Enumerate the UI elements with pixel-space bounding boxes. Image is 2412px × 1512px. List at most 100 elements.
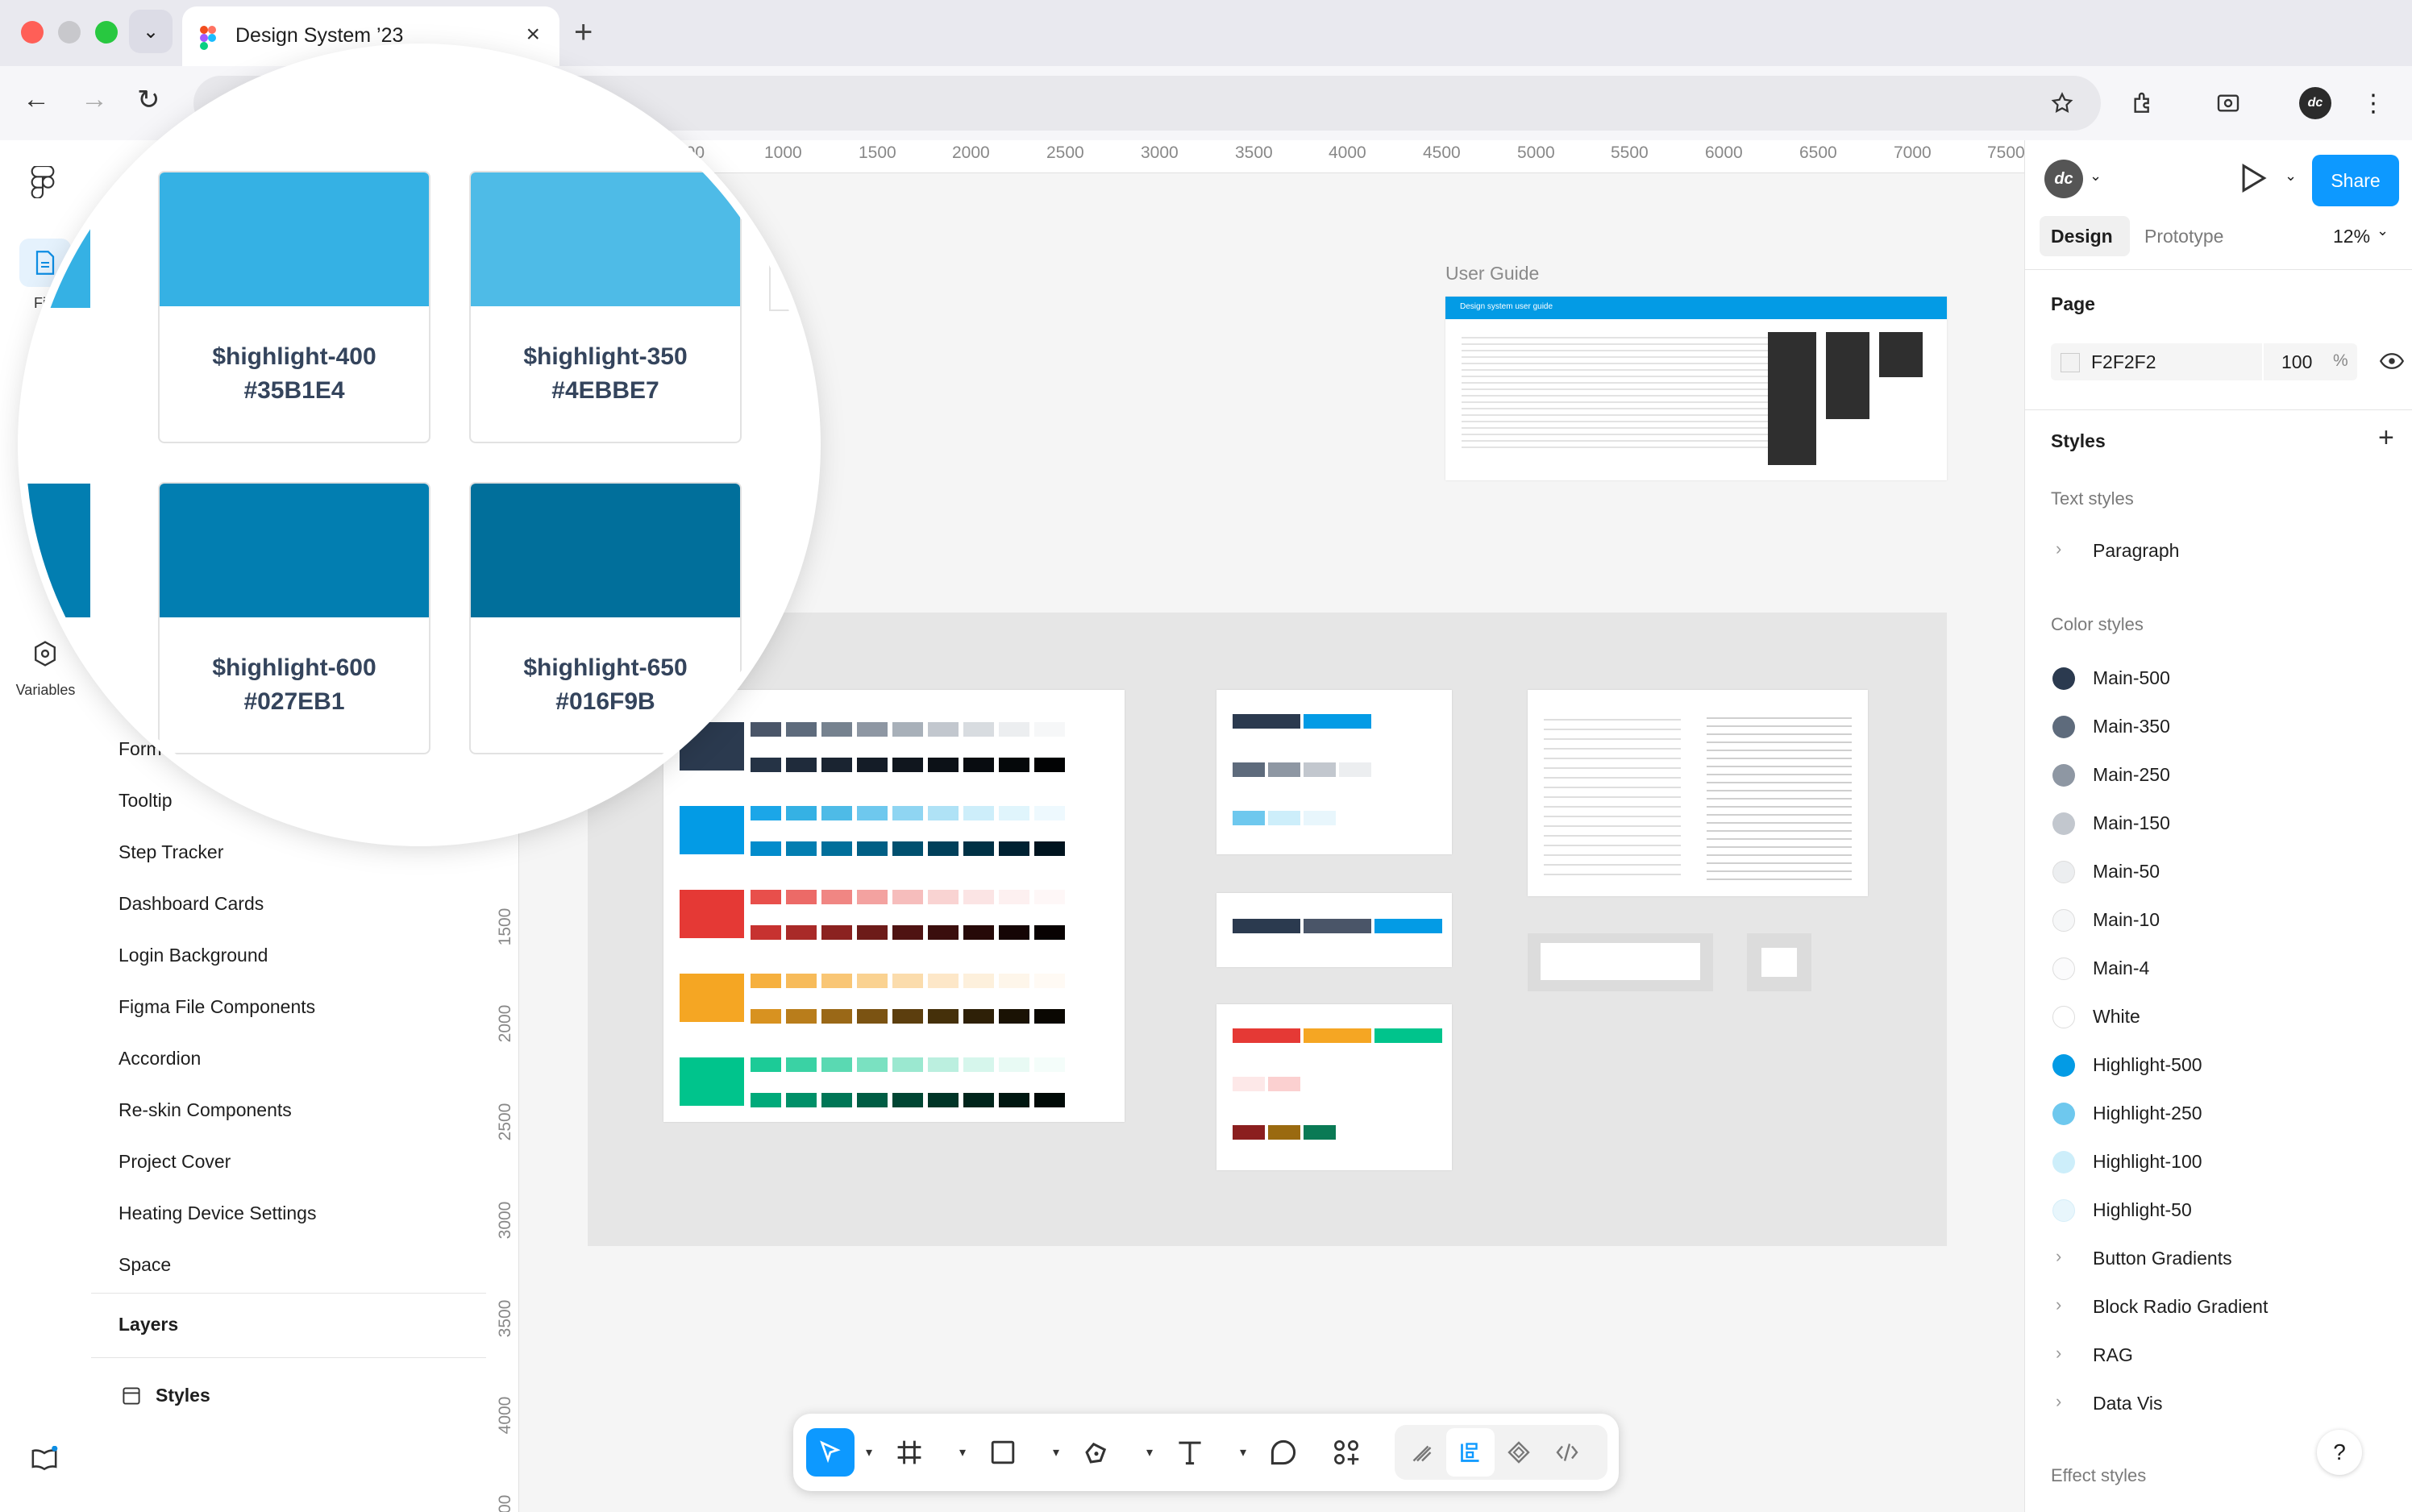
- rectangle-tool-icon[interactable]: [979, 1428, 1027, 1477]
- tab-prototype[interactable]: Prototype: [2144, 226, 2223, 247]
- page-item-dashboard-cards[interactable]: Dashboard Cards: [119, 893, 264, 915]
- color-group-block-radio-gradient[interactable]: Block Radio Gradient: [2093, 1296, 2268, 1318]
- component-frame[interactable]: [1528, 933, 1713, 991]
- color-style-main-10[interactable]: Main-10: [2052, 904, 2391, 937]
- page-item-reskin-components[interactable]: Re-skin Components: [119, 1099, 292, 1121]
- chevron-right-icon[interactable]: ›: [2056, 1391, 2061, 1412]
- text-styles-frame[interactable]: [1528, 690, 1868, 896]
- color-style-highlight-500[interactable]: Highlight-500: [2052, 1049, 2391, 1082]
- color-style-main-350[interactable]: Main-350: [2052, 711, 2391, 743]
- close-window-button[interactable]: [21, 21, 44, 44]
- move-tool-cursor-icon[interactable]: [806, 1428, 855, 1477]
- page-item-accordion[interactable]: Accordion: [119, 1048, 201, 1070]
- color-style-highlight-50[interactable]: Highlight-50: [2052, 1194, 2391, 1227]
- color-group-data-vis[interactable]: Data Vis: [2093, 1393, 2163, 1414]
- tab-close-icon[interactable]: ×: [526, 21, 540, 48]
- page-item-figma-file-components[interactable]: Figma File Components: [119, 996, 315, 1018]
- chevron-right-icon[interactable]: ›: [2056, 1294, 2061, 1315]
- page-color-value[interactable]: F2F2F2: [2091, 351, 2156, 373]
- color-style-highlight-100[interactable]: Highlight-100: [2052, 1146, 2391, 1178]
- color-group-rag[interactable]: RAG: [2093, 1344, 2133, 1366]
- share-button[interactable]: Share: [2312, 155, 2399, 206]
- user-guide-frame[interactable]: Design system user guide: [1445, 297, 1947, 480]
- reload-icon[interactable]: ↻: [137, 84, 160, 116]
- present-play-icon[interactable]: [2239, 163, 2267, 197]
- design-mode-icon[interactable]: [1446, 1428, 1495, 1477]
- components-mode-icon[interactable]: [1495, 1428, 1543, 1477]
- extensions-icon[interactable]: [2123, 84, 2162, 123]
- chevron-down-icon[interactable]: ▾: [1240, 1444, 1246, 1460]
- page-item-form[interactable]: Form: [119, 738, 162, 760]
- color-style-main-250[interactable]: Main-250: [2052, 759, 2391, 791]
- chevron-down-icon[interactable]: ▾: [1146, 1444, 1153, 1460]
- primary-palette-frame[interactable]: [1216, 690, 1452, 854]
- page-item-space[interactable]: Space: [119, 1254, 171, 1276]
- palette-swatch: [999, 722, 1029, 737]
- back-arrow-icon[interactable]: ←: [23, 84, 50, 115]
- variables-icon[interactable]: [32, 640, 58, 671]
- chevron-down-icon[interactable]: ⌄: [2090, 168, 2102, 185]
- bookmark-star-icon[interactable]: [2043, 84, 2081, 123]
- chevron-right-icon[interactable]: ›: [2056, 1343, 2061, 1364]
- chevron-down-icon[interactable]: ⌄: [2285, 168, 2297, 185]
- page-item-login-background[interactable]: Login Background: [119, 945, 268, 966]
- rag-palette-frame[interactable]: [1216, 1004, 1452, 1170]
- profile-avatar[interactable]: dc: [2296, 84, 2335, 123]
- screenshot-icon[interactable]: [2209, 84, 2248, 123]
- user-guide-frame-label[interactable]: User Guide: [1445, 263, 1539, 285]
- styles-section-title[interactable]: Styles: [156, 1385, 210, 1406]
- chevron-down-icon[interactable]: ▾: [959, 1444, 966, 1460]
- chevron-down-icon[interactable]: ⌄: [2377, 222, 2389, 239]
- actions-tool-icon[interactable]: [1322, 1428, 1370, 1477]
- tab-search-button[interactable]: ⌄: [129, 10, 173, 53]
- frame-tool-hash-icon[interactable]: [885, 1428, 934, 1477]
- chevron-down-icon[interactable]: ▾: [866, 1444, 872, 1460]
- pen-tool-icon[interactable]: [1072, 1428, 1121, 1477]
- page-item-heating-device-settings[interactable]: Heating Device Settings: [119, 1203, 316, 1224]
- zoom-level[interactable]: 12%: [2333, 226, 2370, 247]
- color-style-white[interactable]: White: [2052, 1001, 2391, 1033]
- library-book-icon[interactable]: [31, 1445, 58, 1476]
- component-frame[interactable]: [1747, 933, 1811, 991]
- palette-swatch: [892, 841, 923, 856]
- text-style-paragraph[interactable]: Paragraph: [2093, 540, 2179, 562]
- forward-arrow-icon[interactable]: →: [81, 84, 108, 115]
- palette-swatch: [963, 841, 994, 856]
- browser-menu-icon[interactable]: ⋮: [2354, 84, 2393, 123]
- layers-section-title[interactable]: Layers: [119, 1314, 178, 1335]
- color-group-button-gradients[interactable]: Button Gradients: [2093, 1248, 2232, 1269]
- color-style-main-500[interactable]: Main-500: [2052, 663, 2391, 695]
- ruler-tick: 1000: [764, 143, 802, 162]
- user-avatar[interactable]: dc: [2044, 160, 2083, 198]
- page-item-tooltip[interactable]: Tooltip: [119, 790, 172, 812]
- help-button[interactable]: ?: [2317, 1430, 2362, 1475]
- ruler-tick: 3500: [496, 1299, 514, 1338]
- add-style-plus-icon[interactable]: +: [2378, 422, 2394, 454]
- palette-main-swatch: [680, 806, 744, 854]
- page-color-swatch[interactable]: [2061, 353, 2080, 372]
- page-opacity-value[interactable]: 100: [2281, 351, 2312, 373]
- gradients-frame[interactable]: [1216, 893, 1452, 967]
- page-item-project-cover[interactable]: Project Cover: [119, 1151, 231, 1173]
- eye-visibility-icon[interactable]: [2379, 351, 2405, 375]
- maximize-window-button[interactable]: [95, 21, 118, 44]
- swatch: [1374, 1028, 1442, 1043]
- text-tool-icon[interactable]: [1166, 1428, 1214, 1477]
- chevron-down-icon[interactable]: ▾: [1053, 1444, 1059, 1460]
- color-style-main-50[interactable]: Main-50: [2052, 856, 2391, 888]
- color-style-highlight-250[interactable]: Highlight-250: [2052, 1098, 2391, 1130]
- chevron-right-icon[interactable]: ›: [2056, 1246, 2061, 1267]
- new-tab-button[interactable]: +: [574, 15, 593, 51]
- dev-mode-code-icon[interactable]: [1543, 1428, 1591, 1477]
- palette-frame[interactable]: [663, 690, 1125, 1122]
- page-color-field[interactable]: F2F2F2 100 %: [2051, 343, 2357, 380]
- chevron-right-icon[interactable]: ›: [2056, 538, 2061, 559]
- comment-tool-icon[interactable]: [1259, 1428, 1308, 1477]
- draw-mode-icon[interactable]: [1398, 1428, 1446, 1477]
- color-style-main-150[interactable]: Main-150: [2052, 808, 2391, 840]
- minimize-window-button[interactable]: [58, 21, 81, 44]
- color-style-main-4[interactable]: Main-4: [2052, 953, 2391, 985]
- tab-design[interactable]: Design: [2051, 226, 2113, 247]
- color-style-name: Main-4: [2093, 957, 2150, 978]
- page-item-step-tracker[interactable]: Step Tracker: [119, 841, 223, 863]
